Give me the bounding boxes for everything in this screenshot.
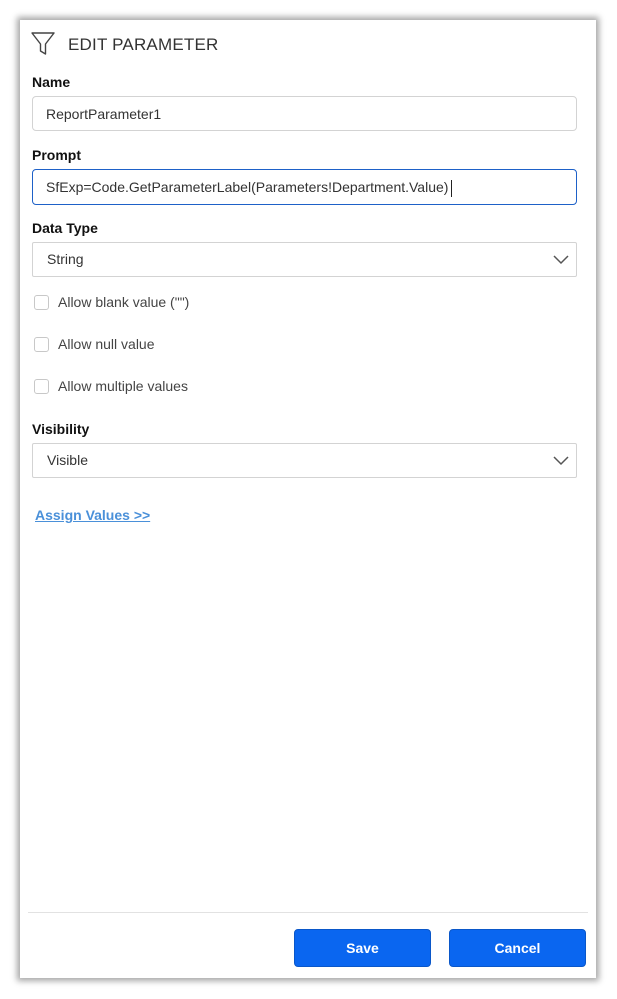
allow-multiple-checkbox[interactable]: [34, 379, 49, 394]
panel-header: EDIT PARAMETER: [20, 30, 596, 60]
visibility-selected-value: Visible: [47, 452, 88, 468]
allow-multiple-label: Allow multiple values: [58, 378, 188, 394]
allow-null-checkbox[interactable]: [34, 337, 49, 352]
chevron-down-icon: [553, 255, 569, 265]
allow-blank-checkbox[interactable]: [34, 295, 49, 310]
visibility-label: Visibility: [32, 421, 90, 437]
prompt-input[interactable]: SfExp=Code.GetParameterLabel(Parameters!…: [32, 169, 577, 205]
prompt-label: Prompt: [32, 147, 81, 163]
save-button[interactable]: Save: [294, 929, 431, 967]
chevron-down-icon: [553, 456, 569, 466]
data-type-selected-value: String: [47, 251, 84, 267]
filter-icon: [31, 32, 55, 55]
prompt-input-value: SfExp=Code.GetParameterLabel(Parameters!…: [46, 179, 449, 195]
name-label: Name: [32, 74, 71, 90]
data-type-label: Data Type: [32, 220, 98, 236]
cancel-button[interactable]: Cancel: [449, 929, 586, 967]
edit-parameter-panel: EDIT PARAMETER Name Prompt SfExp=Code.Ge…: [20, 20, 596, 978]
assign-values-link[interactable]: Assign Values >>: [35, 507, 150, 523]
footer-divider: [28, 912, 588, 913]
visibility-dropdown[interactable]: Visible: [32, 443, 577, 478]
name-input[interactable]: [32, 96, 577, 131]
text-caret: [451, 179, 453, 197]
allow-null-label: Allow null value: [58, 336, 155, 352]
panel-title: EDIT PARAMETER: [68, 35, 219, 54]
data-type-dropdown[interactable]: String: [32, 242, 577, 277]
allow-blank-label: Allow blank value (""): [58, 294, 190, 310]
